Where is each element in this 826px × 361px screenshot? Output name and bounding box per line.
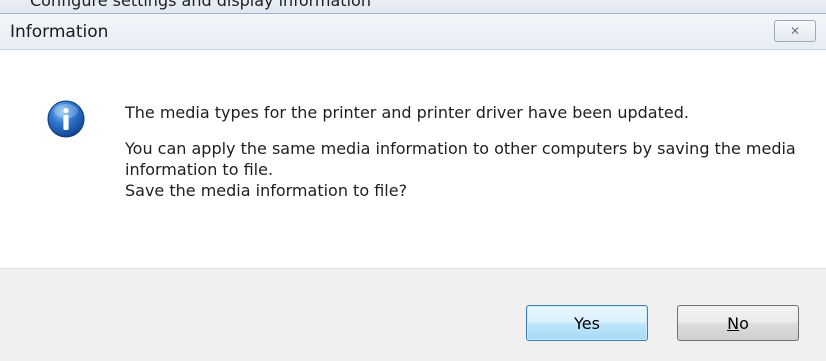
message-line: Save the media information to file? xyxy=(125,181,408,200)
message-line: The media types for the printer and prin… xyxy=(125,103,689,122)
title-bar[interactable]: Information ✕ xyxy=(0,14,826,50)
dialog-content: The media types for the printer and prin… xyxy=(0,50,826,268)
close-icon: ✕ xyxy=(789,24,801,38)
button-bar: Yes No xyxy=(0,268,826,361)
no-button-mnemonic: N xyxy=(727,313,740,333)
information-icon xyxy=(47,100,85,138)
yes-button-label: Yes xyxy=(574,313,600,333)
message-text: The media types for the printer and prin… xyxy=(125,102,815,201)
close-button[interactable]: ✕ xyxy=(774,20,816,42)
dialog-title: Information xyxy=(10,22,109,42)
message-line: You can apply the same media information… xyxy=(125,139,796,179)
parent-window-strip: Configure settings and display informati… xyxy=(0,0,826,14)
no-button[interactable]: No xyxy=(677,305,799,341)
no-button-label: o xyxy=(739,313,749,333)
yes-button[interactable]: Yes xyxy=(526,305,648,341)
parent-window-text: Configure settings and display informati… xyxy=(30,0,371,10)
information-dialog: Configure settings and display informati… xyxy=(0,0,826,361)
